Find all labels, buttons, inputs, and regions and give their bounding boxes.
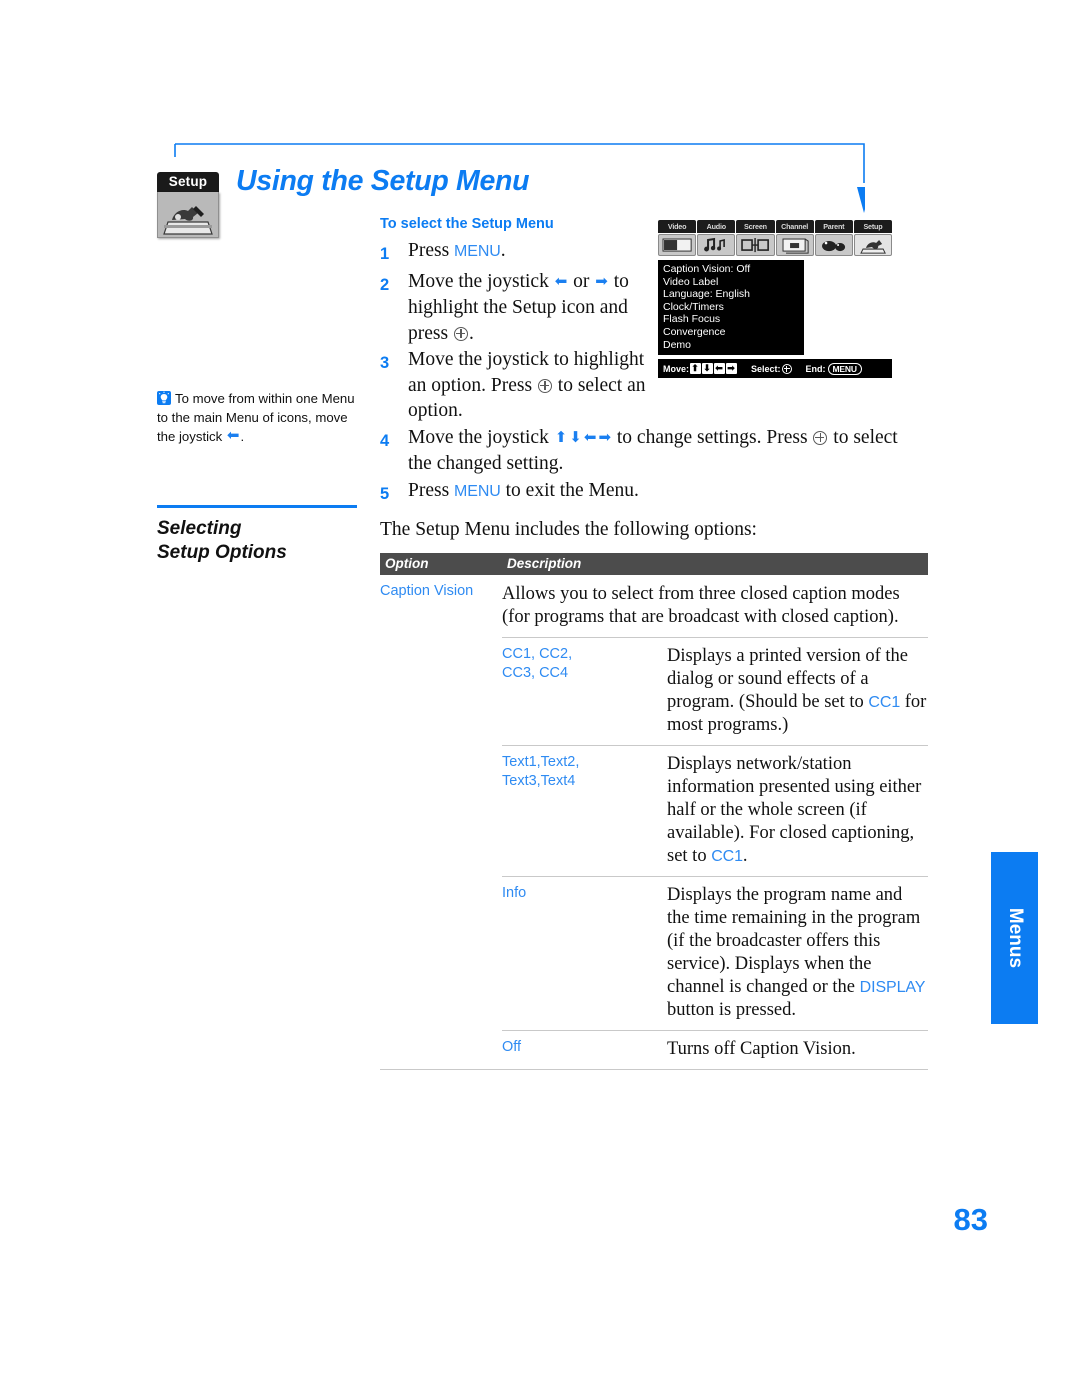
circle-plus-icon bbox=[813, 430, 828, 445]
table-row: CC1, CC2, CC3, CC4 Displays a printed vers… bbox=[502, 637, 928, 745]
tv-menu-item[interactable]: Caption Vision: Off bbox=[663, 263, 799, 276]
tv-menu-item[interactable]: Clock/Timers bbox=[663, 301, 799, 314]
table-header-option: Option bbox=[385, 556, 429, 571]
tv-key-left-icon: ⬅ bbox=[713, 363, 725, 374]
page-number: 83 bbox=[953, 1202, 988, 1237]
step-number: 3 bbox=[380, 354, 390, 372]
table-cell-option: Off bbox=[502, 1039, 522, 1055]
tv-menu-screenshot: Video Audio Screen Channel Parent Setup Capti… bbox=[658, 220, 893, 378]
step-text: Move the joystick to highlight an option… bbox=[408, 349, 646, 421]
table-row: Off Turns off Caption Vision. bbox=[502, 1030, 928, 1069]
table-header-row: Option Description bbox=[380, 553, 928, 575]
side-tab-menus: Menus bbox=[991, 852, 1038, 1024]
tv-move-label: Move: bbox=[663, 363, 690, 374]
tv-select-label: Select: bbox=[751, 363, 781, 374]
procedure-step: 5 Press MENU to exit the Menu. bbox=[380, 478, 925, 508]
section-rule bbox=[157, 505, 357, 508]
tv-menu-item[interactable]: Flash Focus bbox=[663, 313, 799, 326]
keyword-label: MENU bbox=[454, 482, 501, 500]
tv-tab-audio[interactable]: Audio bbox=[697, 220, 736, 233]
keyword-label: CC1 bbox=[868, 694, 901, 711]
tv-menu-button-glyph: MENU bbox=[827, 362, 862, 375]
tip-text: To move from within one Menu to the main… bbox=[157, 391, 355, 444]
circle-plus-icon bbox=[781, 363, 792, 374]
arrow-left-icon: ⬅ bbox=[226, 427, 240, 444]
tv-tab-setup[interactable]: Setup bbox=[853, 220, 893, 233]
arrow-left-icon: ⬅ bbox=[554, 273, 568, 290]
tv-end-label: End: bbox=[805, 363, 826, 374]
step-number: 2 bbox=[380, 275, 390, 294]
arrow-right-icon: ➡ bbox=[598, 429, 612, 446]
keyword-label: CC1 bbox=[711, 848, 743, 865]
table-cell-description: Turns off Caption Vision. bbox=[667, 1039, 856, 1059]
table-intro-text: The Setup Menu includes the following op… bbox=[380, 519, 757, 540]
arrow-right-icon: ➡ bbox=[595, 273, 608, 290]
setup-badge: Setup bbox=[157, 172, 219, 238]
tv-direction-keys: ⬆ ⬇ ⬅ ➡ bbox=[689, 363, 737, 374]
keyword-label: MENU bbox=[454, 243, 501, 260]
tip-note: To move from within one Menu to the main… bbox=[157, 390, 357, 447]
channel-icon[interactable] bbox=[775, 234, 814, 256]
page-title: Using the Setup Menu bbox=[236, 165, 530, 197]
keyword-label: DISPLAY bbox=[859, 979, 926, 996]
arrow-down-icon: ⬇ bbox=[569, 429, 582, 446]
section-title-line2: Setup Options bbox=[157, 542, 287, 563]
step-number: 1 bbox=[380, 245, 390, 263]
tv-tab-row: Video Audio Screen Channel Parent Setup bbox=[658, 220, 893, 233]
side-tab-label: Menus bbox=[1004, 907, 1026, 969]
tv-key-right-icon: ➡ bbox=[725, 363, 737, 374]
arrow-up-icon: ⬆ bbox=[554, 429, 568, 446]
parent-icon[interactable] bbox=[814, 234, 853, 256]
audio-icon[interactable] bbox=[697, 234, 736, 256]
table-cell-description: Allows you to select from three closed c… bbox=[502, 584, 900, 627]
tv-menu-item[interactable]: Demo bbox=[663, 339, 799, 352]
video-icon[interactable] bbox=[658, 234, 697, 256]
tv-key-down-icon: ⬇ bbox=[701, 363, 713, 374]
table-header-description: Description bbox=[507, 556, 582, 571]
options-table: Option Description Caption Vision Allows… bbox=[380, 553, 928, 1070]
step-text: Press MENU to exit the Menu. bbox=[408, 479, 639, 501]
tv-status-bar: Move: ⬆ ⬇ ⬅ ➡ Select: End: MENU bbox=[658, 359, 892, 378]
lightbulb-icon bbox=[157, 391, 171, 405]
table-bottom-rule bbox=[380, 1069, 928, 1070]
circle-plus-icon bbox=[453, 326, 468, 341]
table-sub-rows: CC1, CC2, CC3, CC4 Displays a printed vers… bbox=[502, 637, 928, 1069]
table-cell-option: Info bbox=[502, 885, 527, 901]
procedure-step: 4 Move the joystick ⬆ ⬇ ⬅ ➡ to change settin… bbox=[380, 425, 925, 477]
table-cell-option: Caption Vision bbox=[380, 583, 474, 599]
section-title-line1: Selecting bbox=[157, 518, 242, 539]
toolbox-icon bbox=[157, 192, 219, 238]
table-cell-option: Text1,Text2, Text3,Text4 bbox=[502, 754, 580, 789]
tv-icon-row bbox=[658, 234, 893, 256]
setup-icon[interactable] bbox=[853, 234, 893, 256]
table-row: Text1,Text2, Text3,Text4 Displays network/… bbox=[502, 745, 928, 876]
section-heading-block: Selecting Setup Options bbox=[157, 505, 357, 565]
arrow-left-icon: ⬅ bbox=[583, 429, 597, 446]
step-number: 5 bbox=[380, 484, 390, 503]
table-row: Info Displays the program name and the ti… bbox=[502, 876, 928, 1030]
table-cell-description: Displays a printed version of the dialog… bbox=[667, 646, 927, 735]
step-number: 4 bbox=[380, 431, 390, 450]
step-text: Move the joystick ⬅ or ➡ to highlight th… bbox=[408, 270, 629, 344]
circle-plus-icon bbox=[537, 378, 552, 393]
tv-menu-item[interactable]: Language: English bbox=[663, 288, 799, 301]
tv-tab-video[interactable]: Video bbox=[658, 220, 697, 233]
tv-tab-channel[interactable]: Channel bbox=[775, 220, 814, 233]
tv-menu-list: Caption Vision: Off Video Label Language: … bbox=[658, 260, 804, 355]
step-text: Move the joystick ⬆ ⬇ ⬅ ➡ to change setting… bbox=[408, 426, 898, 475]
table-cell-description: Displays the program name and the time r… bbox=[667, 885, 926, 1020]
tv-tab-parent[interactable]: Parent bbox=[814, 220, 853, 233]
tv-key-up-icon: ⬆ bbox=[689, 363, 701, 374]
setup-badge-label: Setup bbox=[157, 172, 219, 192]
tv-menu-item[interactable]: Convergence bbox=[663, 326, 799, 339]
tv-tab-screen[interactable]: Screen bbox=[736, 220, 775, 233]
tv-menu-item[interactable]: Video Label bbox=[663, 276, 799, 289]
table-cell-option: CC1, CC2, CC3, CC4 bbox=[502, 646, 573, 681]
screen-icon[interactable] bbox=[736, 234, 775, 256]
table-row: Caption Vision Allows you to select from… bbox=[380, 575, 928, 629]
table-cell-description: Displays network/station information pre… bbox=[667, 754, 922, 866]
